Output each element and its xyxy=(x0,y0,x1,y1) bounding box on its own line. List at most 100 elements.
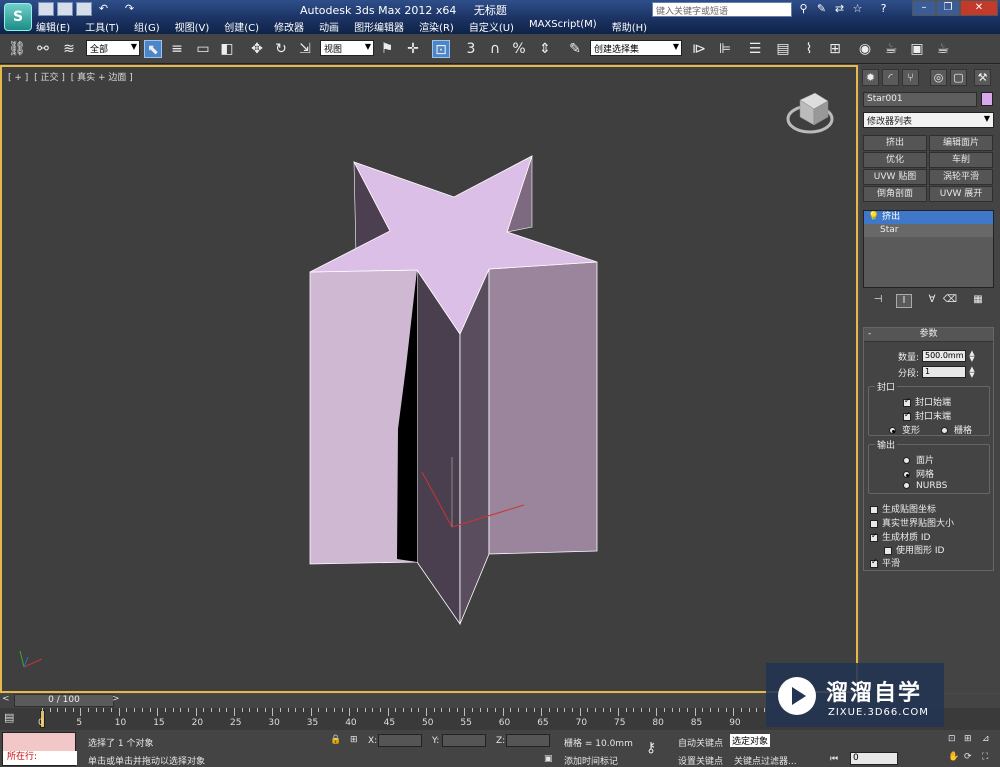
menu-views[interactable]: 视图(V) xyxy=(175,19,210,34)
undo-icon[interactable]: ↶ xyxy=(96,2,111,16)
star-icon[interactable]: ☆ xyxy=(850,2,865,16)
zoom-extents-all-icon[interactable]: ⊞ xyxy=(964,734,972,744)
restore-button[interactable]: ❐ xyxy=(936,0,960,16)
select-by-name-icon[interactable]: ≡ xyxy=(168,40,186,58)
z-coord-field[interactable] xyxy=(506,734,550,747)
schematic-view-icon[interactable]: ⊞ xyxy=(826,40,844,58)
render-setup-icon[interactable]: ☕ xyxy=(882,40,900,58)
menu-graph-editors[interactable]: 图形编辑器 xyxy=(354,19,404,34)
segments-spinner-arrows[interactable]: ▲ ▼ xyxy=(968,366,976,379)
open-file-icon[interactable] xyxy=(57,2,73,16)
close-button[interactable]: ✕ xyxy=(960,0,998,16)
show-end-result-icon[interactable]: I xyxy=(896,294,912,308)
curve-editor-icon[interactable]: ⌇ xyxy=(800,40,818,58)
viewcube-icon[interactable] xyxy=(786,92,834,134)
menu-help[interactable]: 帮助(H) xyxy=(612,19,647,34)
lock-selection-icon[interactable]: 🔒 xyxy=(330,735,341,745)
stack-item-extrude[interactable]: 💡 挤出 xyxy=(864,211,993,224)
modifier-unwrap-uvw-button[interactable]: UVW 展开 xyxy=(929,186,993,202)
spinner-snap-icon[interactable]: ⇕ xyxy=(536,40,554,58)
cap-start-checkbox[interactable]: 封口始端 xyxy=(903,395,951,408)
goto-start-icon[interactable]: ⏮ xyxy=(830,754,838,764)
amount-spinner[interactable]: 500.0mm xyxy=(922,350,966,362)
utilities-tab-icon[interactable]: ⚒ xyxy=(974,69,991,86)
rotate-icon[interactable]: ↻ xyxy=(272,40,290,58)
maximize-viewport-icon[interactable]: ⛶ xyxy=(982,752,988,762)
x-coord-field[interactable] xyxy=(378,734,422,747)
field-of-view-icon[interactable]: ⊿ xyxy=(982,734,990,744)
select-manipulate-icon[interactable]: ✛ xyxy=(404,40,422,58)
remove-modifier-icon[interactable]: ⌫ xyxy=(942,294,958,308)
stack-item-star[interactable]: Star xyxy=(864,224,993,237)
segments-spinner[interactable]: 1 xyxy=(922,366,966,378)
layer-manager-icon[interactable]: ☰ xyxy=(746,40,764,58)
output-patch-radio[interactable]: 面片 xyxy=(903,453,934,466)
mirror-icon[interactable]: ⧐ xyxy=(690,40,708,58)
bind-spacewarp-icon[interactable]: ≋ xyxy=(60,40,78,58)
selection-filter-dropdown[interactable]: 全部 xyxy=(86,40,140,56)
object-name-field[interactable]: Star001 xyxy=(863,92,977,107)
object-color-swatch[interactable] xyxy=(981,92,993,106)
time-slider-prev-icon[interactable]: < xyxy=(2,694,10,704)
minimize-button[interactable]: – xyxy=(912,0,936,16)
selected-dropdown[interactable]: 选定对象 xyxy=(730,734,771,747)
display-tab-icon[interactable]: ▢ xyxy=(950,69,967,86)
maxscript-listener[interactable]: 所在行: xyxy=(2,732,77,766)
menu-edit[interactable]: 编辑(E) xyxy=(36,19,70,34)
modifier-extrude-button[interactable]: 挤出 xyxy=(863,135,927,151)
time-slider-handle[interactable]: 0 / 100 xyxy=(14,694,114,707)
menu-group[interactable]: 组(G) xyxy=(134,19,160,34)
menu-customize[interactable]: 自定义(U) xyxy=(469,19,514,34)
absolute-mode-icon[interactable]: ⊞ xyxy=(350,735,358,745)
zoom-extents-icon[interactable]: ⊡ xyxy=(948,734,956,744)
edit-named-selection-icon[interactable]: ✎ xyxy=(566,40,584,58)
select-object-icon[interactable]: ⬉ xyxy=(144,40,162,58)
modifier-uvw-map-button[interactable]: UVW 贴图 xyxy=(863,169,927,185)
angle-snap-icon[interactable]: ∩ xyxy=(486,40,504,58)
align-icon[interactable]: ⊫ xyxy=(716,40,734,58)
amount-spinner-arrows[interactable]: ▲ ▼ xyxy=(968,350,976,363)
configure-modifier-sets-icon[interactable]: ▦ xyxy=(970,294,986,308)
pivot-center-icon[interactable]: ⚑ xyxy=(378,40,396,58)
add-time-tag-button[interactable]: 添加时间标记 xyxy=(564,754,618,767)
ref-coord-dropdown[interactable]: 视图 xyxy=(320,40,374,56)
gen-map-coords-checkbox[interactable]: 生成贴图坐标 xyxy=(870,502,936,515)
modify-tab-icon[interactable]: ◜ xyxy=(882,69,899,86)
rendered-frame-icon[interactable]: ▣ xyxy=(908,40,926,58)
rect-select-region-icon[interactable]: ▭ xyxy=(194,40,212,58)
current-frame-field[interactable]: 0 xyxy=(850,752,898,765)
use-shape-ids-checkbox[interactable]: 使用图形 ID xyxy=(884,543,944,556)
menu-create[interactable]: 创建(C) xyxy=(224,19,259,34)
modifier-list-dropdown[interactable]: 修改器列表 xyxy=(863,112,994,128)
motion-tab-icon[interactable]: ◎ xyxy=(930,69,947,86)
modifier-bevel-profile-button[interactable]: 倒角剖面 xyxy=(863,186,927,202)
mini-curve-editor-icon[interactable]: ▤ xyxy=(4,711,26,726)
output-nurbs-radio[interactable]: NURBS xyxy=(903,481,947,491)
new-file-icon[interactable] xyxy=(38,2,54,16)
y-coord-field[interactable] xyxy=(442,734,486,747)
binoculars-icon[interactable]: ⚲ xyxy=(796,2,811,16)
modifier-stack[interactable]: 💡 挤出 Star xyxy=(863,210,994,288)
save-file-icon[interactable] xyxy=(76,2,92,16)
redo-icon[interactable]: ↷ xyxy=(122,2,137,16)
percent-snap-icon[interactable]: % xyxy=(510,40,528,58)
modifier-optimize-button[interactable]: 优化 xyxy=(863,152,927,168)
window-crossing-icon[interactable]: ◧ xyxy=(218,40,236,58)
key-filters-button[interactable]: 关键点过滤器... xyxy=(734,754,797,767)
app-logo-icon[interactable]: S xyxy=(4,3,32,31)
pin-stack-icon[interactable]: ⊣ xyxy=(870,294,886,308)
keyboard-shortcut-override-icon[interactable]: ⊡ xyxy=(432,40,450,58)
create-tab-icon[interactable]: ✹ xyxy=(862,69,879,86)
time-slider-next-icon[interactable]: > xyxy=(112,694,120,704)
menu-animation[interactable]: 动画 xyxy=(319,19,339,34)
time-tag-icon[interactable]: ▣ xyxy=(544,754,553,764)
parameters-rollout-title[interactable]: 参数 xyxy=(864,328,993,342)
search-input[interactable]: 键入关键字或短语 xyxy=(652,2,792,17)
scene-canvas[interactable] xyxy=(2,67,856,691)
grid-radio[interactable]: 栅格 xyxy=(941,423,972,436)
set-key-icon[interactable]: ⚷ xyxy=(646,740,656,756)
exchange-icon[interactable]: ⇄ xyxy=(832,2,847,16)
link-icon[interactable]: ⛓ xyxy=(8,40,26,58)
pan-view-icon[interactable]: ✋ xyxy=(948,752,959,762)
output-mesh-radio[interactable]: 网格 xyxy=(903,467,934,480)
